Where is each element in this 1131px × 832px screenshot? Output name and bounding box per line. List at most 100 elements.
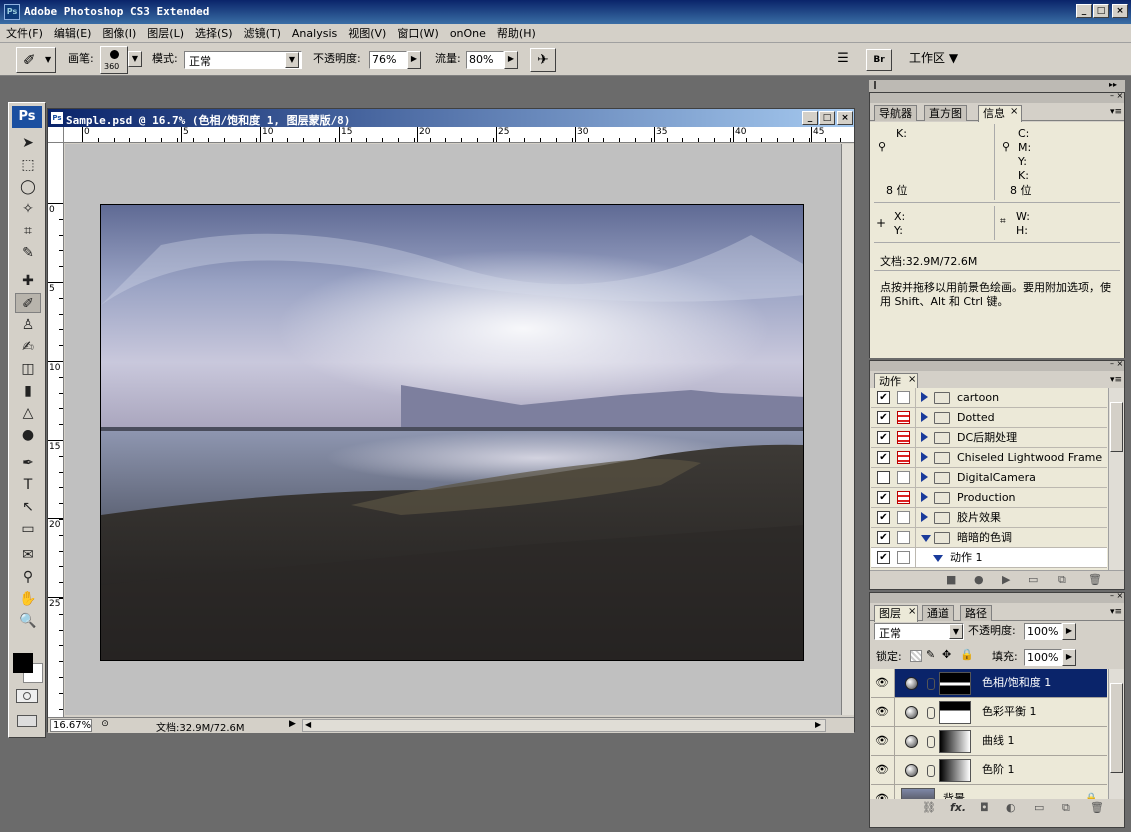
tool-preset-picker[interactable]: ✐ ▼ xyxy=(16,47,56,73)
history-brush-icon[interactable]: ✍ xyxy=(15,337,41,357)
palette-well-icon[interactable]: ☰ xyxy=(834,51,852,69)
shape-tool-icon[interactable]: ▭ xyxy=(15,519,41,539)
flow-input[interactable]: 80% xyxy=(466,51,504,69)
lock-pixels-icon[interactable]: ✎ xyxy=(926,648,935,661)
expanded-triangle-icon[interactable] xyxy=(921,535,931,542)
action-row[interactable]: DigitalCamera xyxy=(871,468,1107,488)
tab-channels[interactable]: 通道 xyxy=(922,605,954,621)
action-row[interactable]: ✔ Chiseled Lightwood Frame xyxy=(871,448,1107,468)
new-group-icon[interactable]: ▭ xyxy=(1034,801,1044,814)
document-title-bar[interactable]: Ps Sample.psd @ 16.7% (色相/饱和度 1, 图层蒙版/8)… xyxy=(48,109,854,127)
menu-filter[interactable]: 滤镜(T) xyxy=(238,24,286,41)
type-tool-icon[interactable]: T xyxy=(15,475,41,495)
slice-tool-icon[interactable]: ✎ xyxy=(15,243,41,263)
stop-icon[interactable]: ■ xyxy=(946,573,956,586)
layer-mask-thumbnail[interactable] xyxy=(939,730,971,753)
dialog-toggle-icon[interactable] xyxy=(897,431,910,444)
menu-help[interactable]: 帮助(H) xyxy=(491,24,541,41)
link-layers-icon[interactable]: ⛓ xyxy=(922,801,936,814)
menu-file[interactable]: 文件(F) xyxy=(0,24,48,41)
adjustment-layer-icon[interactable] xyxy=(905,706,918,719)
flow-slider-button[interactable]: ▶ xyxy=(504,51,518,69)
hand-tool-icon[interactable]: ✋ xyxy=(15,589,41,609)
tab-close-icon[interactable]: × xyxy=(1010,106,1018,117)
gradient-tool-icon[interactable]: ▮ xyxy=(15,381,41,401)
notes-tool-icon[interactable]: ✉ xyxy=(15,545,41,565)
panel-close-icon[interactable]: – × xyxy=(1110,591,1123,600)
layer-mask-thumbnail[interactable] xyxy=(939,759,971,782)
dialog-toggle-icon[interactable] xyxy=(897,451,910,464)
opacity-slider-button[interactable]: ▶ xyxy=(407,51,421,69)
layer-row[interactable]: 👁 色阶 1 xyxy=(871,756,1107,785)
dialog-toggle-icon[interactable] xyxy=(897,411,910,424)
blur-tool-icon[interactable]: △ xyxy=(15,403,41,423)
panel-grip[interactable]: – × xyxy=(870,359,1124,371)
airbrush-toggle[interactable]: ✈ xyxy=(530,48,556,72)
menu-view[interactable]: 视图(V) xyxy=(342,24,391,41)
collapsed-triangle-icon[interactable] xyxy=(921,472,928,482)
action-toggle-checkbox[interactable]: ✔ xyxy=(877,491,890,504)
menu-image[interactable]: 图像(I) xyxy=(96,24,141,41)
vertical-scrollbar[interactable] xyxy=(841,144,854,715)
layer-opacity-input[interactable]: 100% xyxy=(1024,623,1062,640)
scroll-left-icon[interactable]: ◀ xyxy=(305,720,311,729)
action-row[interactable]: ✔ 暗暗的色调 xyxy=(871,528,1107,548)
tab-histogram[interactable]: 直方图 xyxy=(924,105,967,121)
lasso-tool-icon[interactable]: ◯ xyxy=(15,177,41,197)
expanded-triangle-icon[interactable] xyxy=(933,555,943,562)
fx-icon[interactable]: fx. xyxy=(950,801,966,814)
blend-mode-select[interactable]: 正常 ▼ xyxy=(874,623,964,640)
new-action-icon[interactable]: ⧉ xyxy=(1058,573,1066,587)
stamp-tool-icon[interactable]: ♙ xyxy=(15,315,41,335)
action-toggle-checkbox[interactable]: ✔ xyxy=(877,391,890,404)
link-icon[interactable] xyxy=(927,736,935,748)
dialog-toggle-icon[interactable] xyxy=(897,511,910,524)
collapsed-triangle-icon[interactable] xyxy=(921,452,928,462)
horizontal-ruler[interactable]: 0 5 10 15 20 25 30 35 40 45 xyxy=(64,127,854,143)
brush-picker[interactable]: 360 xyxy=(100,46,128,74)
lock-position-icon[interactable]: ✥ xyxy=(942,648,951,661)
doc-close-button[interactable]: × xyxy=(837,111,853,125)
eyedropper-icon[interactable]: ⚲ xyxy=(15,567,41,587)
status-menu-arrow-icon[interactable]: ▶ xyxy=(289,719,296,729)
layers-scrollbar[interactable] xyxy=(1108,669,1124,807)
collapsed-triangle-icon[interactable] xyxy=(921,392,928,402)
zoom-field[interactable]: 16.67% xyxy=(50,719,92,732)
layer-row[interactable]: 👁 色相/饱和度 1 xyxy=(871,669,1107,698)
collapsed-triangle-icon[interactable] xyxy=(921,512,928,522)
lock-transparency-icon[interactable] xyxy=(910,650,922,662)
workspace-menu[interactable]: 工作区 ▼ xyxy=(909,51,958,65)
menu-onone[interactable]: onOne xyxy=(444,24,491,41)
layer-opacity-slider[interactable]: ▶ xyxy=(1062,623,1076,640)
collapsed-triangle-icon[interactable] xyxy=(921,492,928,502)
horizontal-scrollbar[interactable]: ◀ ▶ xyxy=(302,719,826,732)
move-tool-icon[interactable]: ➤ xyxy=(15,133,41,153)
record-icon[interactable]: ● xyxy=(974,573,984,586)
menu-layer[interactable]: 图层(L) xyxy=(141,24,189,41)
scroll-right-icon[interactable]: ▶ xyxy=(815,720,821,729)
brush-dropdown-button[interactable]: ▼ xyxy=(128,51,142,67)
scroll-thumb[interactable] xyxy=(1110,402,1123,452)
trash-icon[interactable]: 🗑 xyxy=(1090,801,1104,814)
dodge-tool-icon[interactable]: ● xyxy=(15,425,41,445)
menu-edit[interactable]: 编辑(E) xyxy=(48,24,97,41)
panel-grip[interactable]: – × xyxy=(870,91,1124,103)
panel-menu-icon[interactable]: ▾≡ xyxy=(1110,607,1122,617)
eye-icon[interactable]: 👁 xyxy=(875,676,889,690)
dialog-toggle-icon[interactable] xyxy=(897,551,910,564)
healing-brush-icon[interactable]: ✚ xyxy=(15,271,41,291)
action-row[interactable]: ✔ Production xyxy=(871,488,1107,508)
adjustment-layer-icon[interactable] xyxy=(905,764,918,777)
tab-close-icon[interactable]: × xyxy=(908,606,916,617)
link-icon[interactable] xyxy=(927,765,935,777)
eye-icon[interactable]: 👁 xyxy=(875,734,889,748)
action-toggle-checkbox[interactable]: ✔ xyxy=(877,411,890,424)
new-layer-icon[interactable]: ⧉ xyxy=(1062,801,1070,815)
action-toggle-checkbox[interactable] xyxy=(877,471,890,484)
action-row[interactable]: ✔ Dotted xyxy=(871,408,1107,428)
menu-analysis[interactable]: Analysis xyxy=(286,24,342,41)
action-toggle-checkbox[interactable]: ✔ xyxy=(877,551,890,564)
vertical-ruler[interactable]: 0 5 10 15 20 25 xyxy=(48,143,64,717)
layer-mask-thumbnail[interactable] xyxy=(939,701,971,724)
dialog-toggle-icon[interactable] xyxy=(897,491,910,504)
